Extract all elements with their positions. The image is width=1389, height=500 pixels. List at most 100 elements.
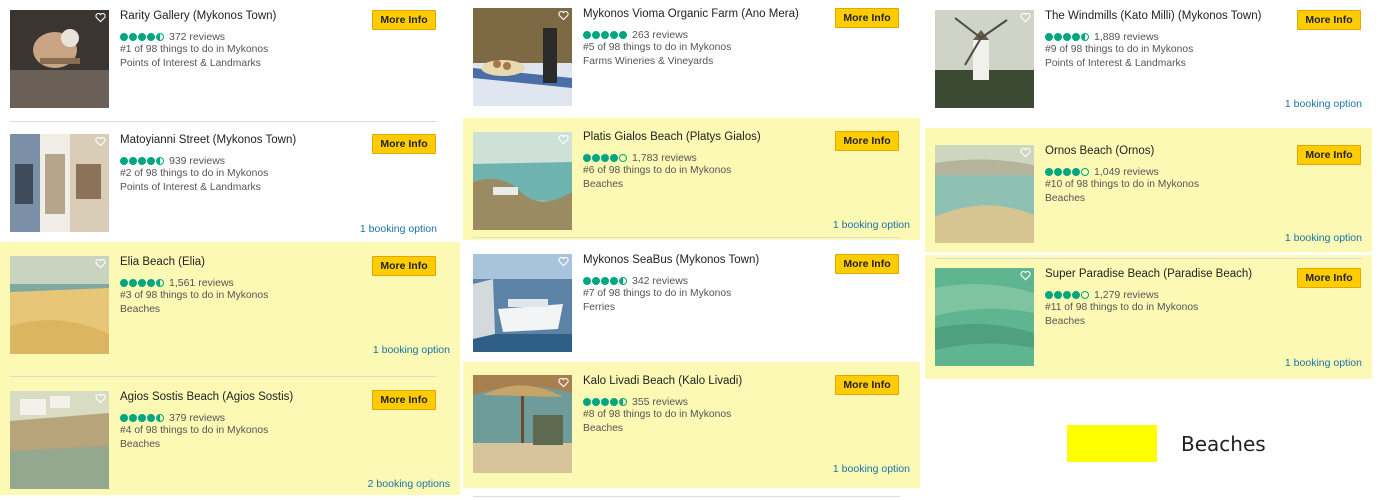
card-divider bbox=[10, 376, 437, 377]
booking-option-link[interactable]: 1 booking option bbox=[833, 219, 910, 231]
attraction-photo[interactable] bbox=[10, 256, 109, 354]
attraction-title[interactable]: Elia Beach (Elia) bbox=[120, 256, 205, 268]
rating-bubble bbox=[619, 398, 627, 406]
more-info-button[interactable]: More Info bbox=[372, 390, 436, 410]
attraction-photo[interactable] bbox=[473, 254, 572, 352]
rating-bubble bbox=[138, 33, 146, 41]
booking-option-link[interactable]: 1 booking option bbox=[1285, 98, 1362, 110]
attraction-photo[interactable] bbox=[10, 10, 109, 108]
more-info-button[interactable]: More Info bbox=[1297, 268, 1361, 288]
attraction-card[interactable]: Rarity Gallery (Mykonos Town) 372 review… bbox=[0, 0, 447, 122]
review-count[interactable]: 1,279 reviews bbox=[1094, 289, 1159, 301]
heart-icon[interactable] bbox=[1020, 12, 1031, 23]
heart-icon[interactable] bbox=[1020, 147, 1031, 158]
rating-bubble bbox=[120, 279, 128, 287]
attraction-title[interactable]: Mykonos SeaBus (Mykonos Town) bbox=[583, 254, 759, 266]
rank-text: #6 of 98 things to do in Mykonos bbox=[583, 165, 732, 176]
attraction-photo[interactable] bbox=[10, 134, 109, 232]
more-info-button[interactable]: More Info bbox=[1297, 10, 1361, 30]
heart-icon[interactable] bbox=[558, 134, 569, 145]
attraction-photo[interactable] bbox=[935, 145, 1034, 243]
review-count[interactable]: 1,889 reviews bbox=[1094, 31, 1159, 43]
booking-option-link[interactable]: 1 booking option bbox=[360, 223, 437, 235]
rating-bubble bbox=[1054, 33, 1062, 41]
heart-icon[interactable] bbox=[95, 136, 106, 147]
booking-option-link[interactable]: 1 booking option bbox=[833, 463, 910, 475]
rating-bubble bbox=[138, 414, 146, 422]
review-count[interactable]: 342 reviews bbox=[632, 275, 688, 287]
review-count[interactable]: 355 reviews bbox=[632, 396, 688, 408]
attraction-title[interactable]: Platis Gialos Beach (Platys Gialos) bbox=[583, 131, 761, 143]
rank-text: #1 of 98 things to do in Mykonos bbox=[120, 44, 269, 55]
rating-bubble bbox=[601, 31, 609, 39]
more-info-button[interactable]: More Info bbox=[835, 131, 899, 151]
heart-icon[interactable] bbox=[1020, 270, 1031, 281]
attraction-card[interactable]: The Windmills (Kato Milli) (Mykonos Town… bbox=[925, 0, 1372, 124]
rating-bubble bbox=[619, 154, 627, 162]
booking-option-link[interactable]: 2 booking options bbox=[368, 478, 450, 490]
more-info-button[interactable]: More Info bbox=[372, 10, 436, 30]
attraction-card[interactable]: Kalo Livadi Beach (Kalo Livadi) 355 revi… bbox=[463, 362, 920, 488]
review-count[interactable]: 1,783 reviews bbox=[632, 152, 697, 164]
attraction-photo[interactable] bbox=[473, 375, 572, 473]
rating-bubble bbox=[156, 279, 164, 287]
rating-bubbles-icon bbox=[120, 279, 165, 287]
review-count[interactable]: 379 reviews bbox=[169, 412, 225, 424]
category-text: Beaches bbox=[583, 423, 624, 434]
review-count[interactable]: 939 reviews bbox=[169, 155, 225, 167]
attraction-card[interactable]: Matoyianni Street (Mykonos Town) 939 rev… bbox=[0, 122, 447, 242]
booking-option-link[interactable]: 1 booking option bbox=[1285, 357, 1362, 369]
review-count[interactable]: 372 reviews bbox=[169, 31, 225, 43]
attraction-photo[interactable] bbox=[473, 132, 572, 230]
attraction-photo[interactable] bbox=[935, 268, 1034, 366]
attraction-card[interactable]: Ornos Beach (Ornos) 1,049 reviews #10 of… bbox=[925, 128, 1372, 252]
rating-bubble bbox=[147, 279, 155, 287]
attraction-title[interactable]: Super Paradise Beach (Paradise Beach) bbox=[1045, 268, 1252, 280]
rating-bubble bbox=[1054, 168, 1062, 176]
attraction-title[interactable]: Ornos Beach (Ornos) bbox=[1045, 145, 1154, 157]
attraction-title[interactable]: Rarity Gallery (Mykonos Town) bbox=[120, 10, 276, 22]
rating: 1,279 reviews bbox=[1045, 289, 1159, 301]
rating-bubble bbox=[1045, 291, 1053, 299]
rating-bubble bbox=[129, 33, 137, 41]
rating-bubble bbox=[601, 154, 609, 162]
more-info-button[interactable]: More Info bbox=[372, 256, 436, 276]
review-count[interactable]: 263 reviews bbox=[632, 29, 688, 41]
attraction-card[interactable]: Mykonos SeaBus (Mykonos Town) 342 review… bbox=[463, 240, 920, 358]
heart-icon[interactable] bbox=[558, 377, 569, 388]
booking-option-link[interactable]: 1 booking option bbox=[1285, 232, 1362, 244]
review-count[interactable]: 1,561 reviews bbox=[169, 277, 234, 289]
more-info-button[interactable]: More Info bbox=[1297, 145, 1361, 165]
rating-bubble bbox=[583, 398, 591, 406]
attraction-card[interactable]: Super Paradise Beach (Paradise Beach) 1,… bbox=[925, 255, 1372, 379]
heart-icon[interactable] bbox=[95, 258, 106, 269]
attraction-photo[interactable] bbox=[473, 8, 572, 106]
rating-bubble bbox=[138, 157, 146, 165]
rating-bubble bbox=[147, 414, 155, 422]
more-info-button[interactable]: More Info bbox=[835, 8, 899, 28]
review-count[interactable]: 1,049 reviews bbox=[1094, 166, 1159, 178]
heart-icon[interactable] bbox=[95, 12, 106, 23]
more-info-button[interactable]: More Info bbox=[835, 254, 899, 274]
attraction-card[interactable]: Elia Beach (Elia) 1,561 reviews #3 of 98… bbox=[0, 242, 460, 370]
booking-option-link[interactable]: 1 booking option bbox=[373, 344, 450, 356]
rating-bubbles-icon bbox=[1045, 33, 1090, 41]
attraction-photo[interactable] bbox=[935, 10, 1034, 108]
attraction-title[interactable]: Agios Sostis Beach (Agios Sostis) bbox=[120, 391, 293, 403]
heart-icon[interactable] bbox=[558, 256, 569, 267]
card-divider bbox=[10, 121, 437, 122]
rating: 1,783 reviews bbox=[583, 152, 697, 164]
rating-bubble bbox=[156, 157, 164, 165]
attraction-title[interactable]: Kalo Livadi Beach (Kalo Livadi) bbox=[583, 375, 742, 387]
heart-icon[interactable] bbox=[558, 10, 569, 21]
attraction-card[interactable]: Platis Gialos Beach (Platys Gialos) 1,78… bbox=[463, 118, 920, 240]
attraction-card[interactable]: Mykonos Vioma Organic Farm (Ano Mera) 26… bbox=[463, 0, 920, 118]
attraction-photo[interactable] bbox=[10, 391, 109, 489]
attraction-title[interactable]: Matoyianni Street (Mykonos Town) bbox=[120, 134, 296, 146]
more-info-button[interactable]: More Info bbox=[835, 375, 899, 395]
more-info-button[interactable]: More Info bbox=[372, 134, 436, 154]
attraction-title[interactable]: Mykonos Vioma Organic Farm (Ano Mera) bbox=[583, 8, 799, 20]
attraction-title[interactable]: The Windmills (Kato Milli) (Mykonos Town… bbox=[1045, 10, 1261, 22]
heart-icon[interactable] bbox=[95, 393, 106, 404]
attraction-card[interactable]: Agios Sostis Beach (Agios Sostis) 379 re… bbox=[0, 370, 460, 495]
